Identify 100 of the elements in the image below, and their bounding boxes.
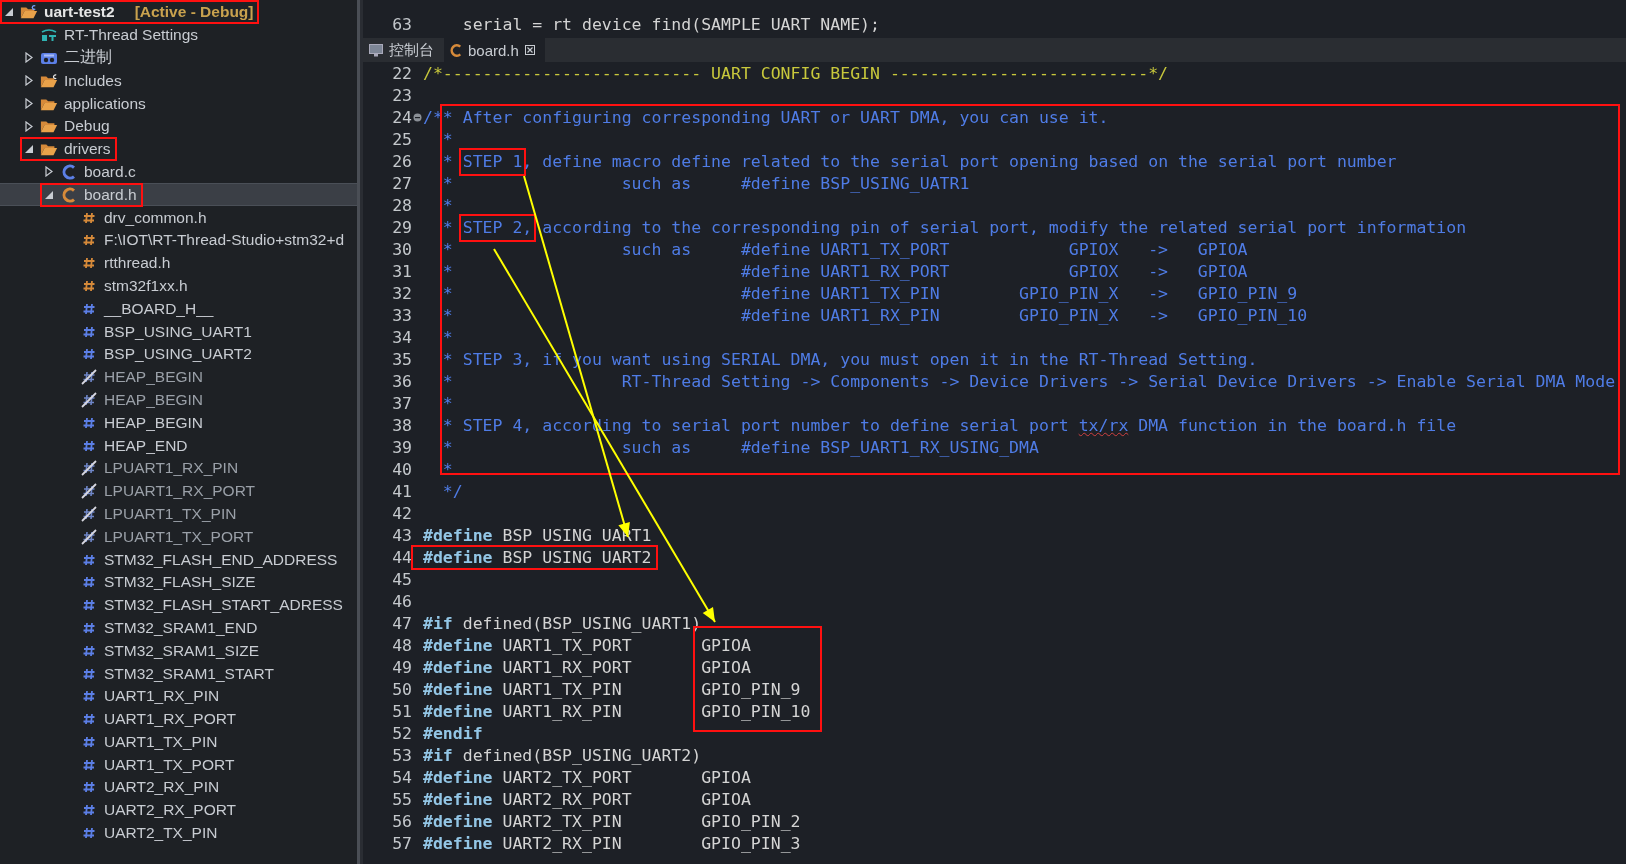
tree-item[interactable]: BSP_USING_UART1 <box>0 320 357 343</box>
scrollbar[interactable] <box>357 0 360 864</box>
tree-item[interactable]: __BOARD_H__ <box>0 297 357 321</box>
include-icon <box>82 256 96 271</box>
macro-icon <box>82 712 96 727</box>
expanded-icon[interactable] <box>45 190 53 199</box>
tree-item[interactable]: STM32_FLASH_END_ADDRESS <box>0 548 357 571</box>
tree-item[interactable]: UART2_TX_PIN <box>0 821 357 845</box>
line-number: 43 <box>391 525 412 545</box>
code-line: * <box>441 326 453 349</box>
line-number: 27 <box>391 173 412 193</box>
tree-item[interactable]: UART1_TX_PIN <box>0 730 357 754</box>
tree-item[interactable]: HEAP_BEGIN <box>0 388 357 412</box>
tree-item[interactable]: RT-Thread Settings <box>0 23 357 47</box>
line-number: 31 <box>391 261 412 281</box>
tree-item[interactable]: HEAP_BEGIN <box>0 365 357 389</box>
tree-item[interactable]: STM32_FLASH_SIZE <box>0 570 357 594</box>
tree-item[interactable]: uart-test2 [Active - Debug] <box>0 1 357 24</box>
line-number: 49 <box>391 657 412 677</box>
code-line: * RT-Thread Setting -> Components -> Device Drivers -> Serial Device Drivers -> Enable Serial DMA Mode <box>441 370 1616 393</box>
macro-icon <box>82 347 96 362</box>
c-source-icon <box>62 163 76 180</box>
tree-item[interactable]: stm32f1xx.h <box>0 274 357 298</box>
tree-item[interactable]: UART2_RX_PORT <box>0 798 357 822</box>
tree-item[interactable]: drivers <box>0 137 357 161</box>
expanded-icon[interactable] <box>25 145 33 154</box>
macro-icon <box>82 301 96 316</box>
editor-tab[interactable]: 控制台 <box>363 38 444 62</box>
collapse-icon[interactable] <box>413 112 422 122</box>
line-number: 45 <box>391 569 412 589</box>
tree-item[interactable]: LPUART1_RX_PORT <box>0 479 357 503</box>
code-line: serial = rt device find(SAMPLE UART NAME); <box>461 14 880 34</box>
tree-item[interactable]: UART1_TX_PORT <box>0 753 357 777</box>
tree-item[interactable]: LPUART1_TX_PORT <box>0 525 357 549</box>
tree-item[interactable]: applications <box>0 92 357 115</box>
tree-item[interactable]: rtthread.h <box>0 251 357 275</box>
line-number: 47 <box>391 613 412 633</box>
tree-item[interactable]: LPUART1_RX_PIN <box>0 456 357 480</box>
line-number: 32 <box>391 283 412 303</box>
inactive-macro-icon <box>81 460 97 477</box>
code-line: * #define UART1_RX_PIN GPIO_PIN_X -> GPIO_PIN_10 <box>441 304 1308 327</box>
settings-icon <box>40 28 58 43</box>
line-number: 54 <box>391 767 412 787</box>
code-line: #define UART1_TX_PIN GPIO_PIN_9 <box>423 678 801 701</box>
code-line: #define UART1_RX_PORT GPIOA <box>423 656 751 679</box>
line-number: 41 <box>391 481 412 501</box>
code-line: #define UART2_RX_PIN GPIO_PIN_3 <box>423 832 801 855</box>
collapsed-icon[interactable] <box>25 52 33 64</box>
line-number: 34 <box>391 327 412 347</box>
code-line: */ <box>441 480 463 503</box>
tree-item[interactable]: F:\IOT\RT-Thread-Studio+stm32+d <box>0 228 357 252</box>
tree-item[interactable]: HEAP_BEGIN <box>0 411 357 435</box>
macro-icon <box>82 757 96 772</box>
collapsed-icon[interactable] <box>25 120 33 132</box>
tree-item[interactable]: Includes <box>0 69 357 93</box>
tree-item[interactable]: 二进制 <box>0 46 357 70</box>
monitor-icon <box>369 43 383 57</box>
macro-icon <box>82 324 96 339</box>
editor-tab[interactable]: board.h <box>444 38 545 62</box>
line-number: 24 <box>391 107 412 127</box>
tree-item[interactable]: STM32_SRAM1_SIZE <box>0 639 357 663</box>
macro-icon <box>82 598 96 613</box>
tree-item[interactable]: Debug <box>0 115 357 138</box>
inactive-macro-icon <box>81 505 97 522</box>
tree-item[interactable]: board.h <box>0 183 357 207</box>
inactive-macro-icon <box>81 391 97 408</box>
tree-item[interactable]: STM32_SRAM1_END <box>0 616 357 640</box>
line-number: 44 <box>391 547 412 567</box>
tree-item[interactable]: LPUART1_TX_PIN <box>0 502 357 526</box>
tree-item[interactable]: HEAP_END <box>0 434 357 457</box>
tree-item[interactable]: UART1_RX_PORT <box>0 707 357 731</box>
macro-icon <box>82 666 96 681</box>
includes-folder-icon <box>40 72 58 89</box>
macro-icon <box>82 415 96 430</box>
collapsed-icon[interactable] <box>25 98 33 110</box>
expanded-icon[interactable] <box>5 8 13 17</box>
line-number: 36 <box>391 371 412 391</box>
tree-item[interactable]: UART1_RX_PIN <box>0 684 357 708</box>
line-number: 33 <box>391 305 412 325</box>
code-line: * <box>441 458 453 481</box>
line-number: 52 <box>391 723 412 743</box>
line-number: 46 <box>391 591 412 611</box>
code-line: * #define UART1_RX_PORT GPIOX -> GPIOA <box>441 260 1248 283</box>
collapsed-icon[interactable] <box>25 75 33 87</box>
macro-icon <box>82 803 96 818</box>
code-line: /*-------------------------- UART CONFIG BEGIN --------------------------*/ <box>423 62 1169 85</box>
line-number: 23 <box>391 85 412 105</box>
inactive-macro-icon <box>81 483 97 500</box>
include-icon <box>82 233 96 248</box>
tree-item[interactable]: BSP_USING_UART2 <box>0 342 357 366</box>
line-number: 40 <box>391 459 412 479</box>
tree-item[interactable]: drv_common.h <box>0 206 357 229</box>
close-icon[interactable] <box>524 45 535 55</box>
macro-icon <box>82 575 96 590</box>
collapsed-icon[interactable] <box>45 166 53 178</box>
code-line: * such as #define BSP_UART1_RX_USING_DMA <box>441 436 1039 459</box>
tree-item[interactable]: STM32_SRAM1_START <box>0 662 357 685</box>
tree-item[interactable]: board.c <box>0 160 357 184</box>
tree-item[interactable]: UART2_RX_PIN <box>0 776 357 799</box>
tree-item[interactable]: STM32_FLASH_START_ADRESS <box>0 593 357 617</box>
